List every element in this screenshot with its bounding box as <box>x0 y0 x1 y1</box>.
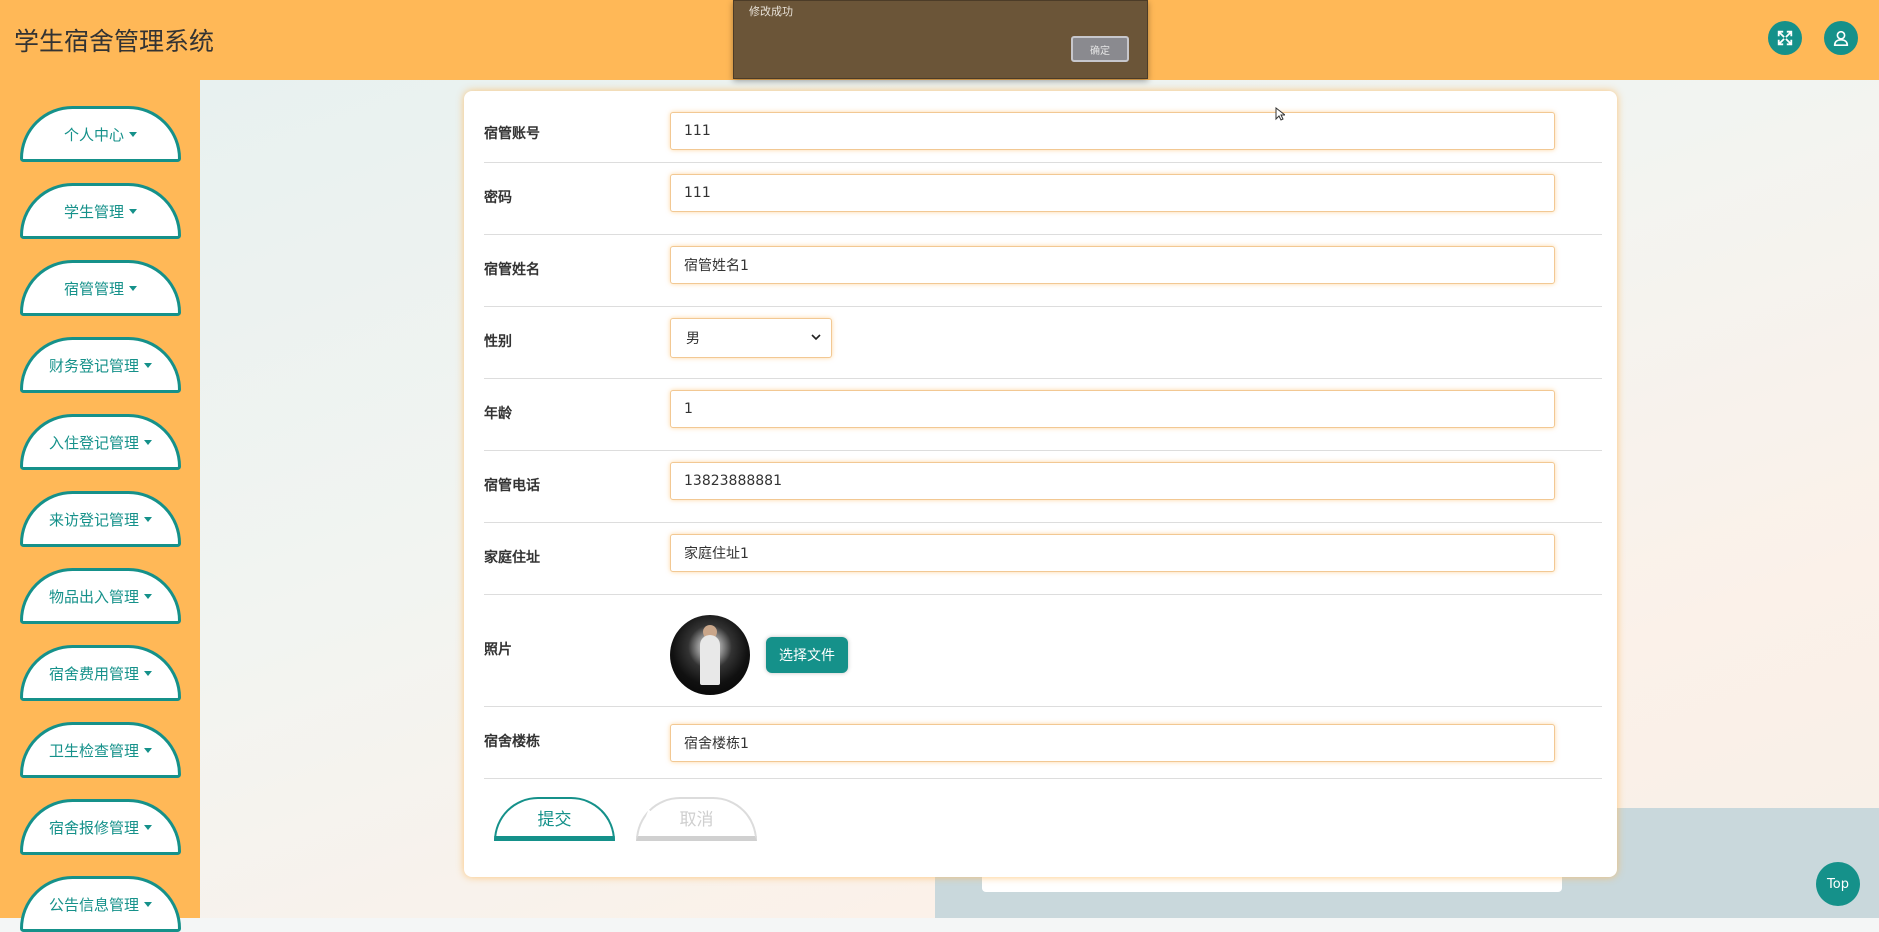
sidebar-item-fees[interactable]: 宿舍费用管理 <box>20 645 181 701</box>
sidebar-item-checkin[interactable]: 入住登记管理 <box>20 414 181 470</box>
sidebar-item-label: 宿舍费用管理 <box>48 664 139 683</box>
caret-down-icon <box>129 285 137 291</box>
form-row-account: 宿管账号 111 <box>484 101 1602 163</box>
submit-button[interactable]: 提交 <box>494 797 615 841</box>
password-input[interactable]: 111 <box>670 174 1555 212</box>
caret-down-icon <box>144 824 152 830</box>
caret-down-icon <box>129 208 137 214</box>
sidebar-item-dorm-managers[interactable]: 宿管管理 <box>20 260 181 316</box>
chevron-down-icon <box>811 334 821 341</box>
photo-figure-body <box>700 635 720 685</box>
building-input[interactable]: 宿舍楼栋1 <box>670 724 1555 762</box>
field-label: 宿舍楼栋 <box>484 734 540 750</box>
sidebar-item-personal-center[interactable]: 个人中心 <box>20 106 181 162</box>
choose-file-button[interactable]: 选择文件 <box>766 637 848 673</box>
sidebar-item-hygiene[interactable]: 卫生检查管理 <box>20 722 181 778</box>
sidebar-item-label: 卫生检查管理 <box>48 741 139 760</box>
account-input[interactable]: 111 <box>670 112 1555 150</box>
user-icon <box>1833 30 1849 47</box>
gender-selected-value: 男 <box>686 331 700 347</box>
form-row-gender: 性别 男 <box>484 307 1602 379</box>
address-input[interactable]: 家庭住址1 <box>670 534 1555 572</box>
sidebar-item-label: 入住登记管理 <box>48 433 139 452</box>
sidebar-item-notices[interactable]: 公告信息管理 <box>20 876 181 932</box>
expand-icon <box>1777 30 1793 46</box>
caret-down-icon <box>144 670 152 676</box>
sidebar-item-finance[interactable]: 财务登记管理 <box>20 337 181 393</box>
user-button[interactable] <box>1824 21 1858 55</box>
cancel-button[interactable]: 取消 <box>636 797 757 841</box>
form-row-age: 年龄 1 <box>484 379 1602 451</box>
fullscreen-button[interactable] <box>1768 21 1802 55</box>
mouse-cursor-icon <box>1275 107 1285 121</box>
field-label: 年龄 <box>484 406 512 422</box>
sidebar-item-items[interactable]: 物品出入管理 <box>20 568 181 624</box>
success-toast: 修改成功 确定 <box>733 0 1148 79</box>
form-row-address: 家庭住址 家庭住址1 <box>484 523 1602 595</box>
gender-select[interactable]: 男 <box>670 318 832 358</box>
caret-down-icon <box>144 516 152 522</box>
field-label: 宿管姓名 <box>484 262 540 278</box>
sidebar-item-label: 学生管理 <box>63 202 124 221</box>
sidebar-item-label: 物品出入管理 <box>48 587 139 606</box>
age-input[interactable]: 1 <box>670 390 1555 428</box>
form-row-name: 宿管姓名 宿管姓名1 <box>484 235 1602 307</box>
field-label: 密码 <box>484 190 512 206</box>
form-row-photo: 照片 选择文件 <box>484 595 1602 707</box>
sidebar-item-label: 财务登记管理 <box>48 356 139 375</box>
form-row-password: 密码 111 <box>484 163 1602 235</box>
toast-confirm-button[interactable]: 确定 <box>1071 36 1129 62</box>
sidebar-item-label: 来访登记管理 <box>48 510 139 529</box>
field-label: 宿管电话 <box>484 478 540 494</box>
name-input[interactable]: 宿管姓名1 <box>670 246 1555 284</box>
sidebar-item-label: 宿管管理 <box>63 279 124 298</box>
caret-down-icon <box>129 131 137 137</box>
toast-message: 修改成功 <box>749 5 793 18</box>
sidebar-item-visitors[interactable]: 来访登记管理 <box>20 491 181 547</box>
sidebar: 个人中心 学生管理 宿管管理 财务登记管理 入住登记管理 来访登记管理 物品出入… <box>0 80 200 932</box>
photo-preview <box>670 615 750 695</box>
edit-form-card: 宿管账号 111 密码 111 宿管姓名 宿管姓名1 性别 男 年龄 1 宿管电… <box>464 91 1617 877</box>
app-title: 学生宿舍管理系统 <box>14 27 215 56</box>
caret-down-icon <box>144 439 152 445</box>
caret-down-icon <box>144 901 152 907</box>
sidebar-item-repairs[interactable]: 宿舍报修管理 <box>20 799 181 855</box>
sidebar-item-label: 宿舍报修管理 <box>48 818 139 837</box>
caret-down-icon <box>144 747 152 753</box>
caret-down-icon <box>144 362 152 368</box>
sidebar-item-label: 个人中心 <box>63 125 124 144</box>
phone-input[interactable]: 13823888881 <box>670 462 1555 500</box>
sidebar-item-label: 公告信息管理 <box>48 895 139 914</box>
sidebar-item-students[interactable]: 学生管理 <box>20 183 181 239</box>
field-label: 家庭住址 <box>484 550 540 566</box>
caret-down-icon <box>144 593 152 599</box>
form-row-phone: 宿管电话 13823888881 <box>484 451 1602 523</box>
field-label: 照片 <box>484 642 512 658</box>
form-row-building: 宿舍楼栋 宿舍楼栋1 <box>484 707 1602 779</box>
field-label: 宿管账号 <box>484 126 540 142</box>
back-to-top-button[interactable]: Top <box>1816 862 1860 906</box>
field-label: 性别 <box>484 334 512 350</box>
